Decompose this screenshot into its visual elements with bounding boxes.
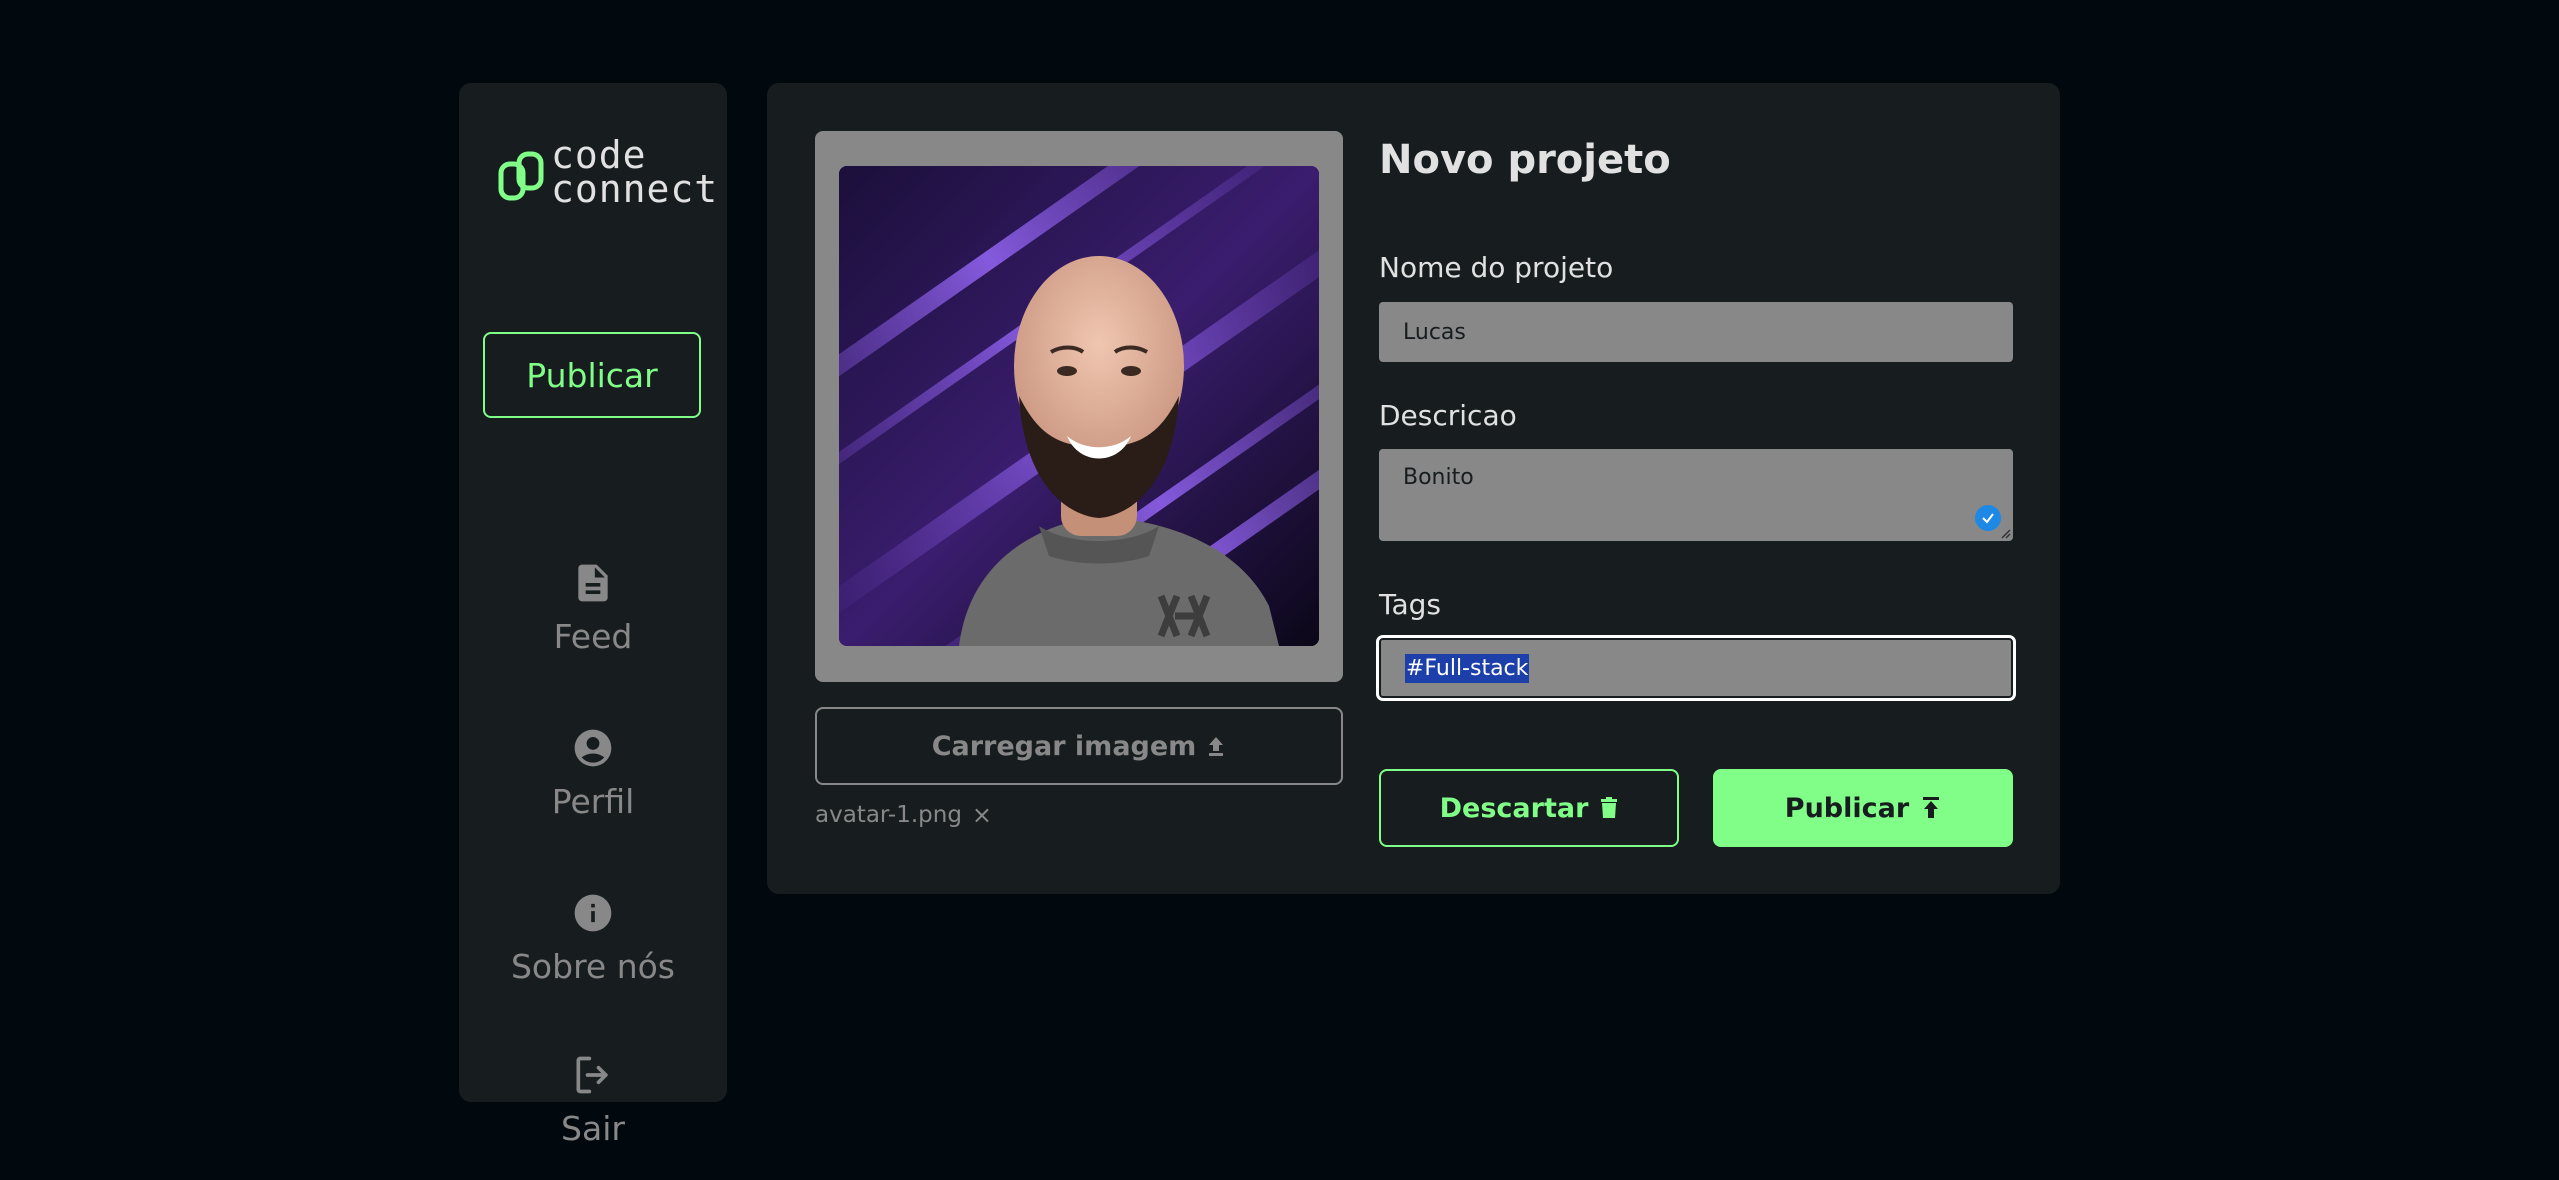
sidebar-item-sobre-nos[interactable]: Sobre nós — [459, 891, 727, 986]
tags-label: Tags — [1379, 588, 1441, 621]
sidebar-item-feed[interactable]: Feed — [459, 561, 727, 656]
sidebar-item-label: Feed — [553, 617, 633, 656]
upload-image-button[interactable]: Carregar imagem — [815, 707, 1343, 785]
logo-text: code connect — [551, 136, 719, 211]
project-name-label: Nome do projeto — [1379, 251, 1614, 284]
info-icon — [574, 894, 612, 932]
description-textarea[interactable]: Bonito — [1379, 449, 2013, 541]
logo-line2: connect — [551, 167, 719, 211]
discard-button[interactable]: Descartar — [1379, 769, 1679, 847]
tags-value: #Full-stack — [1405, 653, 1530, 683]
sidebar-item-label: Sair — [561, 1109, 625, 1148]
account-circle-icon — [574, 729, 612, 767]
description-label: Descricao — [1379, 399, 1517, 432]
page-title: Novo projeto — [1379, 137, 1671, 183]
upload-icon — [1209, 737, 1224, 756]
selected-file: avatar-1.png × — [815, 801, 992, 829]
project-name-value: Lucas — [1403, 319, 1466, 345]
sidebar-item-label: Perfil — [551, 782, 635, 821]
sidebar-publish-button[interactable]: Publicar — [483, 332, 701, 418]
logo[interactable]: code connect — [497, 136, 717, 210]
image-preview-frame — [815, 131, 1343, 682]
project-name-input[interactable]: Lucas — [1379, 302, 2013, 362]
new-project-panel: Carregar imagem avatar-1.png × Novo proj… — [767, 83, 2060, 894]
sidebar: code connect Publicar Feed Perfil Sobre … — [459, 83, 727, 1148]
publish-icon — [1923, 797, 1940, 818]
upload-image-label: Carregar imagem — [931, 730, 1197, 762]
logout-icon — [576, 1056, 608, 1094]
portrait-photo — [839, 166, 1319, 646]
logo-mark-icon — [498, 151, 544, 201]
sidebar-item-label: Sobre nós — [510, 947, 676, 986]
sidebar-item-perfil[interactable]: Perfil — [459, 726, 727, 821]
remove-file-icon[interactable]: × — [972, 801, 992, 829]
description-value: Bonito — [1403, 465, 1474, 490]
tags-input[interactable]: #Full-stack — [1376, 635, 2016, 701]
project-image — [839, 166, 1319, 646]
resize-grip-icon[interactable] — [1999, 527, 2011, 539]
spellcheck-badge-icon[interactable] — [1975, 505, 2001, 531]
document-icon — [578, 564, 608, 602]
trash-icon — [1601, 797, 1618, 818]
discard-label: Descartar — [1439, 792, 1589, 824]
publish-button[interactable]: Publicar — [1713, 769, 2013, 847]
file-name: avatar-1.png — [815, 802, 962, 828]
publish-label: Publicar — [1784, 792, 1910, 824]
sidebar-item-sair[interactable]: Sair — [459, 1053, 727, 1148]
